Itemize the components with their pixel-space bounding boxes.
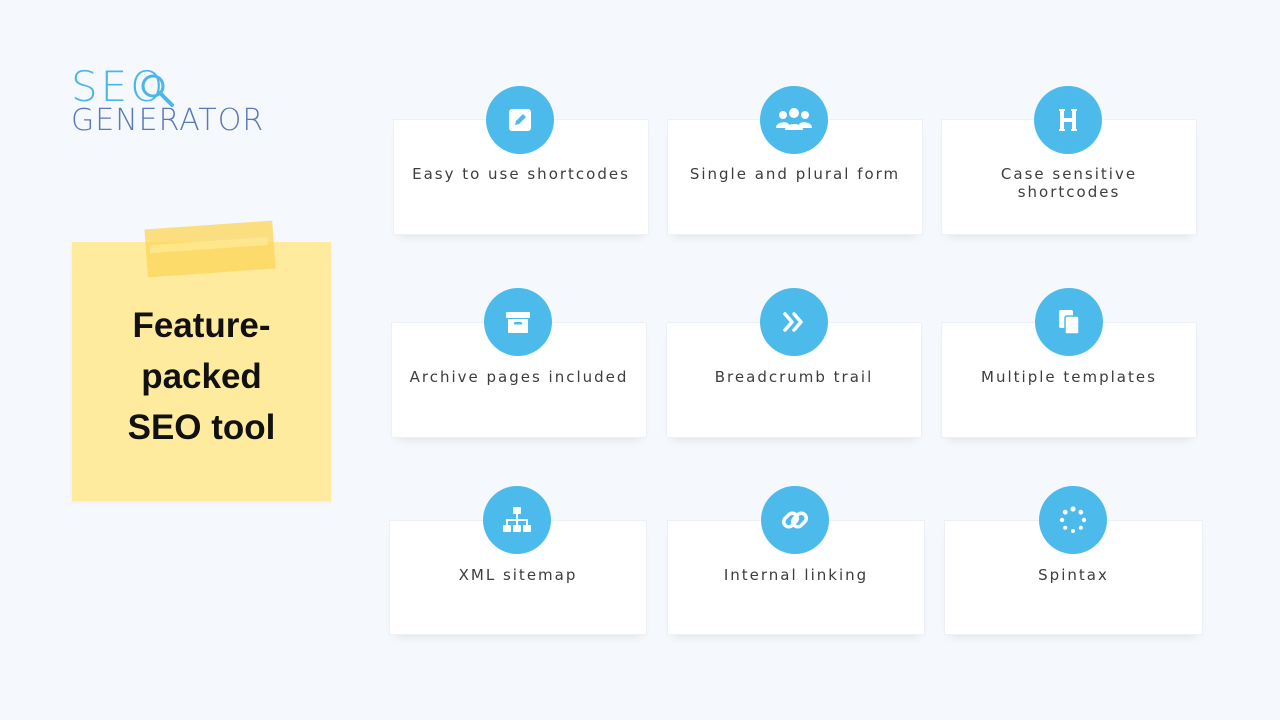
magnifier-icon — [141, 74, 174, 107]
sitemap-icon — [483, 486, 551, 554]
note-title: Feature-packed SEO tool — [127, 306, 276, 447]
sticky-note: Feature-packed SEO tool — [72, 242, 331, 501]
feature-label: Case sensitive shortcodes — [1000, 165, 1138, 201]
tape-strip — [144, 220, 276, 278]
spinner-icon — [1039, 486, 1107, 554]
feature-label: Easy to use shortcodes — [412, 165, 630, 183]
double-chevron-icon — [760, 288, 828, 356]
seo-generator-logo: SEO GENERATOR — [71, 66, 264, 136]
copy-icon — [1035, 288, 1103, 356]
feature-label: Breadcrumb trail — [714, 368, 874, 386]
edit-icon — [486, 86, 554, 154]
users-icon — [760, 86, 828, 154]
feature-label: Archive pages included — [409, 368, 629, 386]
feature-label: Single and plural form — [689, 165, 901, 183]
heading-icon — [1034, 86, 1102, 154]
feature-label: Spintax — [1038, 566, 1109, 584]
feature-label: Multiple templates — [981, 368, 1157, 386]
feature-label: Internal linking — [723, 566, 869, 584]
link-icon — [761, 486, 829, 554]
logo-seo-text: SEO — [71, 66, 174, 108]
feature-label: XML sitemap — [458, 566, 578, 584]
archive-icon — [484, 288, 552, 356]
